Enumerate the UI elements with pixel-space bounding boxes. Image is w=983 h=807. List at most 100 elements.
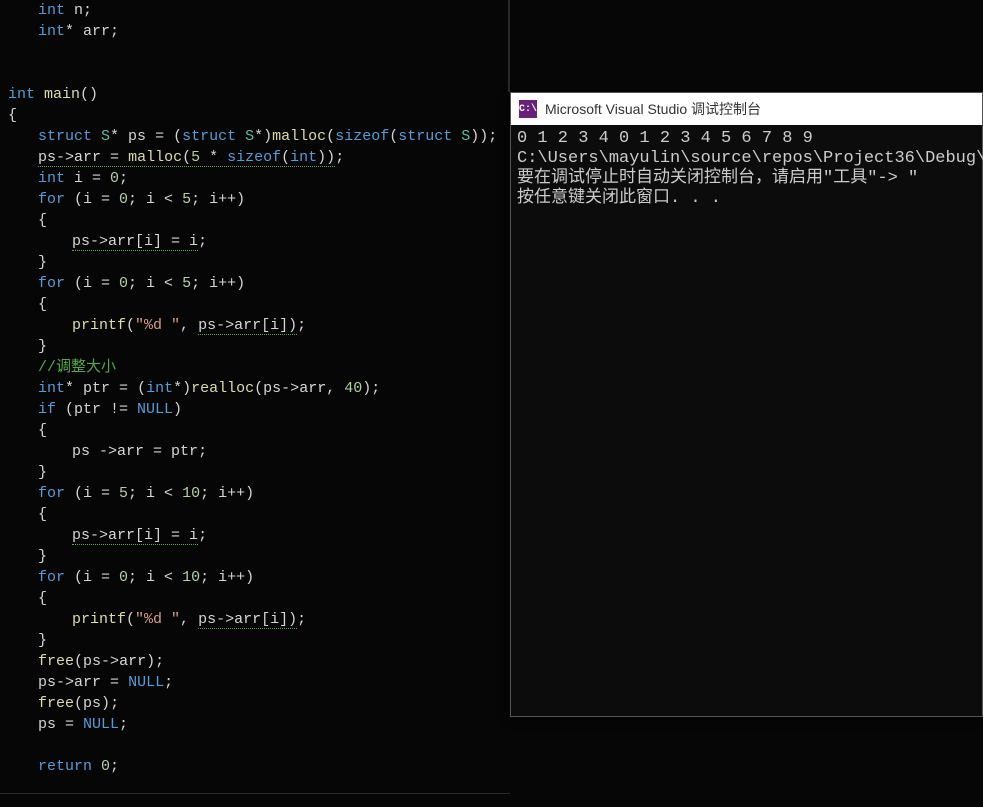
arrow: -> <box>101 653 119 670</box>
null: NULL <box>83 716 119 733</box>
kw-int: int <box>38 170 65 187</box>
num-0: 0 <box>119 191 128 208</box>
num-0: 0 <box>92 758 110 775</box>
num-5: 5 <box>191 149 200 166</box>
kw-for: for <box>38 275 65 292</box>
bracket-expr: [i]) <box>261 317 297 334</box>
brace: } <box>4 632 47 649</box>
console-titlebar[interactable]: C:\ Microsoft Visual Studio 调试控制台 <box>511 93 982 125</box>
paren: ( <box>182 149 191 166</box>
bracket-expr: [i]) <box>261 611 297 628</box>
status-bar-divider <box>0 793 510 794</box>
for-rest: (i = <box>65 569 119 586</box>
paren: )) <box>317 149 335 166</box>
bracket-expr: [i] = i <box>135 233 198 250</box>
kw-struct: struct <box>182 128 236 145</box>
brace: { <box>4 212 47 229</box>
type-s: S <box>236 128 254 145</box>
brace: { <box>4 107 17 124</box>
printf: printf <box>72 317 126 334</box>
member-arr: arr <box>74 674 101 691</box>
id-ps: ps <box>72 233 90 250</box>
paren: ( <box>74 653 83 670</box>
for-tail: ; i++) <box>191 275 245 292</box>
id-ps: ps <box>38 674 56 691</box>
sizeof: sizeof <box>335 128 389 145</box>
for-rest: (i = <box>65 191 119 208</box>
member-arr: arr <box>117 443 144 460</box>
for-tail: ; i++) <box>200 569 254 586</box>
star: * <box>110 128 119 145</box>
if-rest: (ptr != <box>56 401 137 418</box>
kw-for: for <box>38 191 65 208</box>
arrow: -> <box>99 443 117 460</box>
paren: ( <box>74 695 83 712</box>
console-line-1: 0 1 2 3 4 0 1 2 3 4 5 6 7 8 9 <box>517 129 813 148</box>
num-40: 40 <box>344 380 362 397</box>
num-5: 5 <box>182 275 191 292</box>
id-ptr: ptr <box>74 380 119 397</box>
num-5: 5 <box>182 191 191 208</box>
arrow: -> <box>281 380 299 397</box>
member-arr: arr <box>119 653 146 670</box>
num-10: 10 <box>182 485 200 502</box>
arrow: -> <box>56 674 74 691</box>
member-arr: arr <box>299 380 326 397</box>
eq-ptr: = ptr <box>144 443 198 460</box>
kw-int: int <box>38 2 65 19</box>
malloc: malloc <box>272 128 326 145</box>
console-line-3: 要在调试停止时自动关闭控制台，请启用"工具"-> " <box>517 169 918 188</box>
paren: )) <box>470 128 488 145</box>
paren: ) <box>182 380 191 397</box>
type-s: S <box>92 128 110 145</box>
id-ps: ps <box>72 443 99 460</box>
semicolon: ; <box>119 170 128 187</box>
star: * <box>200 149 227 166</box>
paren: ( <box>126 317 135 334</box>
brace: { <box>4 506 47 523</box>
star: * <box>254 128 263 145</box>
paren: ( <box>173 128 182 145</box>
id-ps: ps <box>38 716 65 733</box>
semicolon: ; <box>297 611 306 628</box>
id-n: n <box>65 2 83 19</box>
semicolon: ; <box>110 758 119 775</box>
paren: ( <box>326 128 335 145</box>
num-10: 10 <box>182 569 200 586</box>
pane-divider[interactable] <box>508 0 510 92</box>
member-arr: arr <box>108 527 135 544</box>
eq: = <box>119 380 137 397</box>
console-line-2: C:\Users\mayulin\source\repos\Project36\… <box>517 149 983 168</box>
id-ps: ps <box>38 149 56 166</box>
string: "%d " <box>135 317 180 334</box>
comma: , <box>326 380 344 397</box>
semicolon: ; <box>119 716 128 733</box>
eq: = <box>155 128 173 145</box>
paren: ( <box>137 380 146 397</box>
paren: ( <box>389 128 398 145</box>
semicolon: ; <box>198 443 207 460</box>
id-ps: ps <box>119 128 155 145</box>
kw-int: int <box>8 86 35 103</box>
for-rest: (i = <box>65 485 119 502</box>
brace: { <box>4 590 47 607</box>
semicolon: ; <box>155 653 164 670</box>
num-5: 5 <box>119 485 128 502</box>
kw-for: for <box>38 485 65 502</box>
arrow: -> <box>90 527 108 544</box>
parens: () <box>80 86 98 103</box>
console-app-icon: C:\ <box>519 100 537 118</box>
null: NULL <box>128 674 164 691</box>
kw-int: int <box>290 149 317 166</box>
free: free <box>38 653 74 670</box>
arrow: -> <box>216 317 234 334</box>
id-ps: ps <box>263 380 281 397</box>
console-output[interactable]: 0 1 2 3 4 0 1 2 3 4 5 6 7 8 9 C:\Users\m… <box>511 125 982 213</box>
comma: , <box>180 317 198 334</box>
printf: printf <box>72 611 126 628</box>
num-0: 0 <box>119 569 128 586</box>
semicolon: ; <box>335 149 344 166</box>
kw-return: return <box>38 758 92 775</box>
debug-console-window[interactable]: C:\ Microsoft Visual Studio 调试控制台 0 1 2 … <box>510 92 983 717</box>
brace: } <box>4 338 47 355</box>
